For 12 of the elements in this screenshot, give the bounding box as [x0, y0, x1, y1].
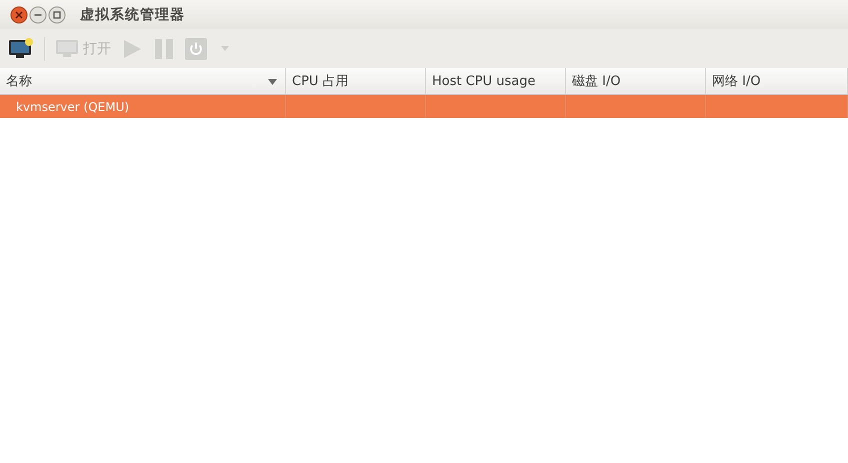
- column-header[interactable]: Host CPU usage: [426, 68, 566, 94]
- vm-name: kvmserver (QEMU): [16, 100, 130, 114]
- close-icon[interactable]: [10, 6, 28, 24]
- column-header[interactable]: 名称: [0, 68, 286, 94]
- minimize-icon[interactable]: [29, 6, 47, 24]
- window-title: 虚拟系统管理器: [80, 6, 185, 24]
- column-header[interactable]: 磁盘 I/O: [566, 68, 706, 94]
- monitor-icon: [55, 38, 79, 58]
- column-header[interactable]: 网络 I/O: [706, 68, 848, 94]
- column-header[interactable]: CPU 占用: [286, 68, 426, 94]
- new-vm-button[interactable]: [8, 38, 34, 60]
- maximize-icon[interactable]: [48, 6, 66, 24]
